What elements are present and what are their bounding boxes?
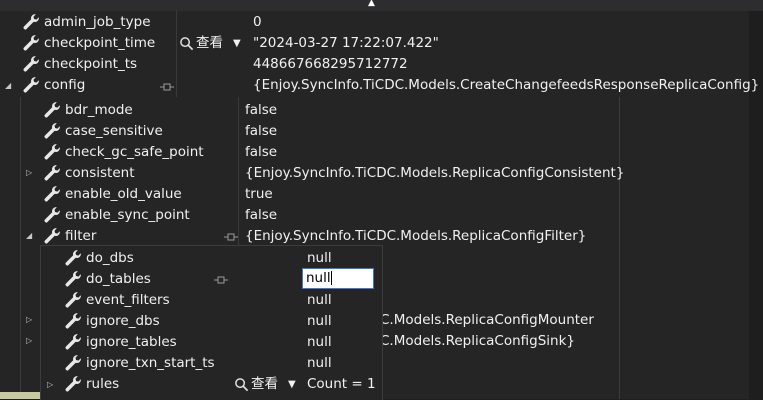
wrench-icon — [22, 13, 40, 31]
wrench-icon — [64, 312, 82, 330]
expand-arrow-icon[interactable]: ▷ — [26, 168, 36, 178]
property-name: event_filters — [86, 292, 170, 308]
editor-background-strip — [749, 0, 763, 399]
wrench-icon — [64, 333, 82, 351]
property-name: do_dbs — [86, 250, 134, 266]
property-value: {Enjoy.SyncInfo.TiCDC.Models.ReplicaConf… — [245, 228, 587, 244]
expand-arrow-icon[interactable]: ▷ — [26, 336, 36, 346]
property-name: ignore_dbs — [86, 313, 160, 329]
dropdown-arrow-icon[interactable]: ▼ — [233, 33, 241, 54]
property-value: true — [245, 186, 273, 202]
wrench-icon — [64, 249, 82, 267]
wrench-icon — [43, 101, 61, 119]
wrench-icon — [22, 55, 40, 73]
pin-icon[interactable] — [214, 275, 228, 285]
property-name: config — [44, 77, 86, 93]
property-value: null — [307, 250, 332, 266]
wrench-icon — [43, 143, 61, 161]
property-value: false — [245, 144, 278, 160]
property-name: filter — [65, 228, 97, 244]
wrench-icon — [43, 206, 61, 224]
level2-column-divider — [238, 97, 239, 245]
property-value: null — [307, 313, 332, 329]
datatip-top-bar: ▲ — [0, 0, 763, 11]
property-value: {Enjoy.SyncInfo.TiCDC.Models.ReplicaConf… — [245, 165, 625, 181]
wrench-icon — [64, 291, 82, 309]
property-name: checkpoint_ts — [44, 56, 138, 72]
property-name: checkpoint_time — [44, 35, 156, 51]
wrench-icon — [43, 122, 61, 140]
property-name: rules — [86, 376, 120, 392]
property-value: null — [307, 334, 332, 350]
property-value: false — [245, 207, 278, 223]
property-name: do_tables — [86, 271, 151, 287]
dropdown-arrow-icon[interactable]: ▼ — [288, 374, 296, 395]
property-name: bdr_mode — [65, 102, 133, 118]
text-caret — [330, 271, 332, 285]
property-value: false — [245, 123, 278, 139]
wrench-icon — [43, 164, 61, 182]
expand-arrow-icon[interactable]: ▷ — [26, 315, 36, 325]
status-bar-fragment — [0, 392, 40, 399]
property-value: false — [245, 102, 278, 118]
wrench-icon — [64, 354, 82, 372]
pin-icon[interactable] — [160, 82, 174, 92]
magnifier-icon — [179, 36, 194, 51]
wrench-icon — [22, 76, 40, 94]
view-label: 查看 — [196, 35, 223, 51]
property-value: "2024-03-27 17:22:07.422" — [253, 35, 439, 51]
wrench-icon — [64, 270, 82, 288]
property-name: ignore_tables — [86, 334, 177, 350]
wrench-icon — [64, 375, 82, 393]
property-value: null — [307, 292, 332, 308]
property-value: Count = 1 — [307, 376, 376, 392]
property-name: check_gc_safe_point — [65, 144, 204, 160]
expand-arrow-icon[interactable]: ▷ — [47, 380, 57, 390]
edit-field-text: null — [306, 270, 331, 286]
property-name: enable_sync_point — [65, 207, 190, 223]
collapse-arrow-icon[interactable]: ◢ — [5, 81, 15, 91]
property-name: enable_old_value — [65, 186, 182, 202]
property-value: 448667668295712772 — [253, 56, 408, 72]
magnifier-icon — [234, 377, 249, 392]
wrench-icon — [43, 185, 61, 203]
wrench-icon — [22, 34, 40, 52]
property-value: null — [307, 355, 332, 371]
pin-icon[interactable] — [224, 232, 238, 242]
scroll-up-icon[interactable]: ▲ — [368, 0, 375, 8]
property-value: {Enjoy.SyncInfo.TiCDC.Models.CreateChang… — [253, 77, 760, 93]
property-name: case_sensitive — [65, 123, 163, 139]
view-label: 查看 — [251, 376, 278, 392]
value-edit-field[interactable]: null — [302, 268, 374, 289]
collapse-arrow-icon[interactable]: ◢ — [26, 231, 36, 241]
property-name: admin_job_type — [44, 14, 151, 30]
property-name: consistent — [65, 165, 135, 181]
wrench-icon — [43, 227, 61, 245]
property-value: C.Models.ReplicaConfigSink} — [380, 333, 576, 349]
property-value: 0 — [253, 14, 262, 30]
property-value: C.Models.ReplicaConfigMounter — [380, 312, 594, 328]
property-name: ignore_txn_start_ts — [86, 355, 215, 371]
level1-column-divider — [176, 11, 177, 97]
